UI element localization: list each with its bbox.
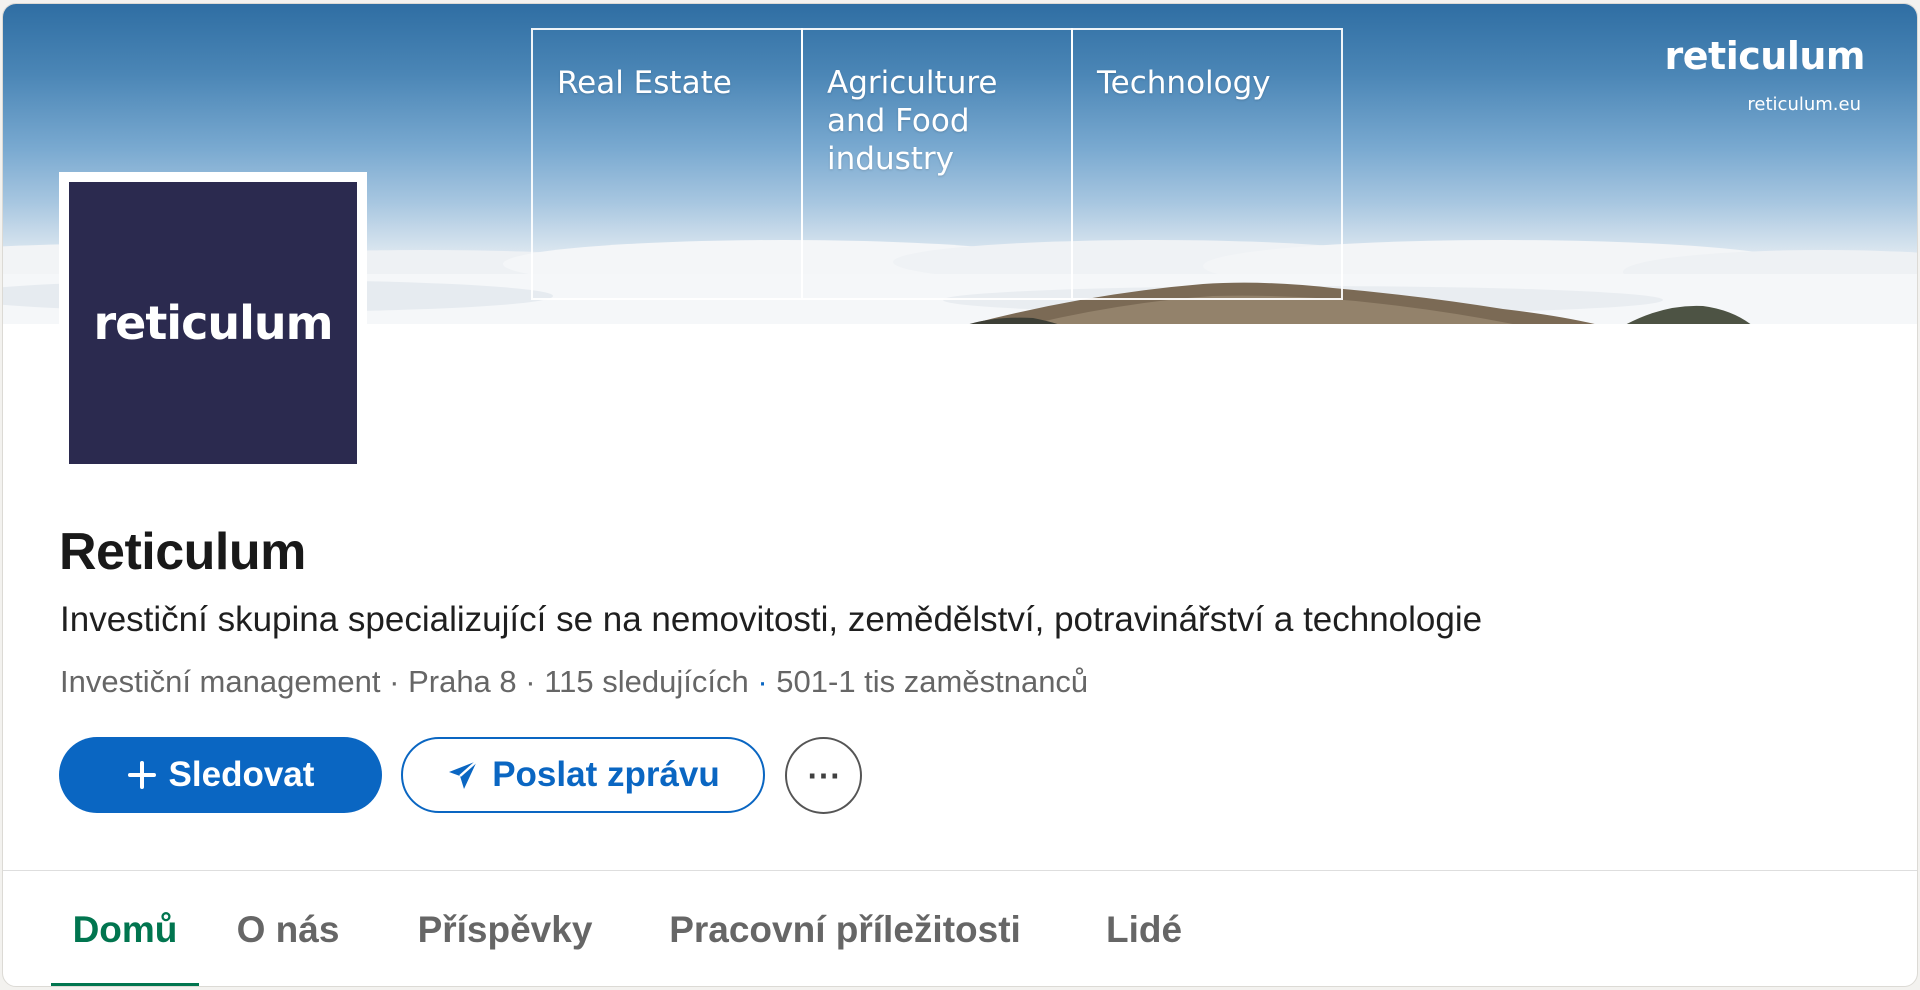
tab-about[interactable]: O nás bbox=[229, 871, 347, 986]
follow-button[interactable]: Sledovat bbox=[59, 737, 382, 813]
company-tabs: Domů O nás Příspěvky Pracovní příležitos… bbox=[3, 871, 1917, 986]
company-meta: Investiční management · Praha 8 · 115 sl… bbox=[60, 664, 1089, 699]
company-name: Reticulum bbox=[59, 523, 306, 581]
tab-label: O nás bbox=[236, 908, 340, 950]
sector-label: Technology bbox=[1097, 65, 1271, 101]
sector-box-technology: Technology bbox=[1071, 28, 1343, 300]
send-message-button[interactable]: Poslat zprávu bbox=[401, 737, 765, 813]
tab-label: Příspěvky bbox=[417, 908, 593, 950]
tab-posts[interactable]: Příspěvky bbox=[407, 871, 603, 986]
sector-label: Real Estate bbox=[557, 65, 732, 101]
logo-wordmark: reticulum bbox=[69, 182, 357, 464]
tab-home[interactable]: Domů bbox=[51, 871, 199, 986]
sector-label: Agriculture and Food industry bbox=[827, 65, 998, 177]
location-text: Praha 8 bbox=[408, 664, 517, 699]
company-profile-card: Real Estate Agriculture and Food industr… bbox=[2, 3, 1918, 987]
company-tagline: Investiční skupina specializující se na … bbox=[60, 600, 1483, 639]
send-icon bbox=[446, 758, 480, 792]
followers-link[interactable]: 115 sledujících bbox=[544, 664, 749, 699]
send-message-label: Poslat zprávu bbox=[492, 755, 720, 794]
banner-url: reticulum.eu bbox=[1747, 94, 1861, 115]
tab-label: Pracovní příležitosti bbox=[669, 908, 1021, 950]
more-options-button[interactable]: ⋯ bbox=[785, 737, 862, 814]
banner-brand: reticulum bbox=[1664, 34, 1866, 78]
plus-icon bbox=[127, 760, 157, 790]
follow-button-label: Sledovat bbox=[168, 755, 315, 794]
tab-label: Domů bbox=[72, 908, 178, 950]
sector-box-real-estate: Real Estate bbox=[531, 28, 803, 300]
company-logo: reticulum bbox=[59, 172, 367, 474]
tab-label: Lidé bbox=[1105, 908, 1183, 950]
industry-text: Investiční management bbox=[60, 664, 381, 699]
employees-link[interactable]: 501-1 tis zaměstnanců bbox=[776, 664, 1088, 699]
tab-jobs[interactable]: Pracovní příležitosti bbox=[663, 871, 1027, 986]
tab-people[interactable]: Lidé bbox=[1095, 871, 1193, 986]
more-icon: ⋯ bbox=[806, 756, 841, 795]
sector-box-agriculture: Agriculture and Food industry bbox=[801, 28, 1073, 300]
